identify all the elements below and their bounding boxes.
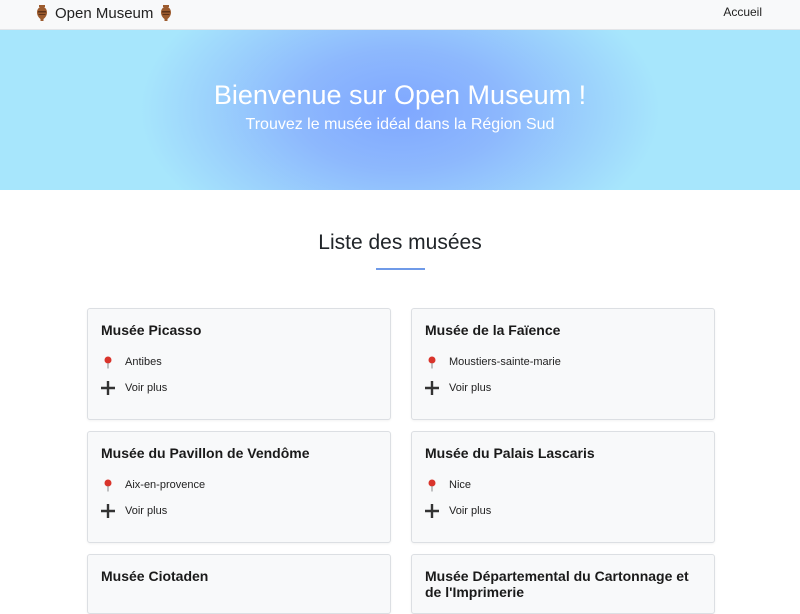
nav-link-home[interactable]: Accueil [723, 5, 762, 19]
museum-card: Musée du Palais Lascaris Nice Voir plus [411, 431, 715, 543]
museum-name: Musée de la Faïence [425, 322, 561, 338]
museum-card: Musée Ciotaden [87, 554, 391, 614]
museum-card: Musée Picasso Antibes Voir plus [87, 308, 391, 420]
brand-link[interactable]: Open Museum [35, 4, 173, 22]
map-pin-icon [104, 356, 112, 369]
navbar: Open Museum Accueil [0, 0, 800, 30]
brand-label: Open Museum [55, 4, 154, 22]
museum-card: Musée Départemental du Cartonnage et de … [411, 554, 715, 614]
hero-title: Bienvenue sur Open Museum ! [213, 80, 587, 110]
museum-name: Musée du Palais Lascaris [425, 445, 595, 461]
see-more-label: Voir plus [449, 505, 492, 517]
museum-card: Musée de la Faïence Moustiers-sainte-mar… [411, 308, 715, 420]
see-more-button[interactable]: Voir plus [425, 381, 491, 395]
plus-icon [101, 504, 115, 518]
plus-icon [425, 504, 439, 518]
museum-location: Moustiers-sainte-marie [425, 355, 561, 369]
museum-city: Aix-en-provence [125, 479, 206, 491]
hero-subtitle: Trouvez le musée idéal dans la Région Su… [245, 116, 555, 133]
see-more-button[interactable]: Voir plus [101, 504, 167, 518]
museum-location: Aix-en-provence [101, 478, 205, 492]
plus-icon [425, 381, 439, 395]
museum-name: Musée Départemental du Cartonnage et de … [425, 568, 689, 600]
hero-banner: Bienvenue sur Open Museum ! Trouvez le m… [0, 30, 800, 190]
plus-icon [101, 381, 115, 395]
see-more-label: Voir plus [125, 382, 168, 394]
see-more-label: Voir plus [125, 505, 168, 517]
museum-location: Nice [425, 478, 471, 492]
amphora-icon [37, 5, 47, 21]
see-more-button[interactable]: Voir plus [101, 381, 167, 395]
map-pin-icon [428, 356, 436, 369]
section-title: Liste des musées [318, 231, 482, 254]
see-more-label: Voir plus [449, 382, 492, 394]
map-pin-icon [104, 479, 112, 492]
museum-city: Moustiers-sainte-marie [449, 356, 561, 368]
title-underline [376, 268, 425, 270]
see-more-button[interactable]: Voir plus [425, 504, 491, 518]
museum-city: Antibes [125, 356, 162, 368]
museum-name: Musée Picasso [101, 322, 202, 338]
museum-card: Musée du Pavillon de Vendôme Aix-en-prov… [87, 431, 391, 543]
museum-city: Nice [449, 479, 472, 491]
amphora-icon [161, 5, 172, 21]
map-pin-icon [428, 479, 436, 492]
museum-name: Musée Ciotaden [101, 568, 209, 584]
museum-location: Antibes [101, 355, 162, 369]
museum-name: Musée du Pavillon de Vendôme [101, 445, 310, 461]
